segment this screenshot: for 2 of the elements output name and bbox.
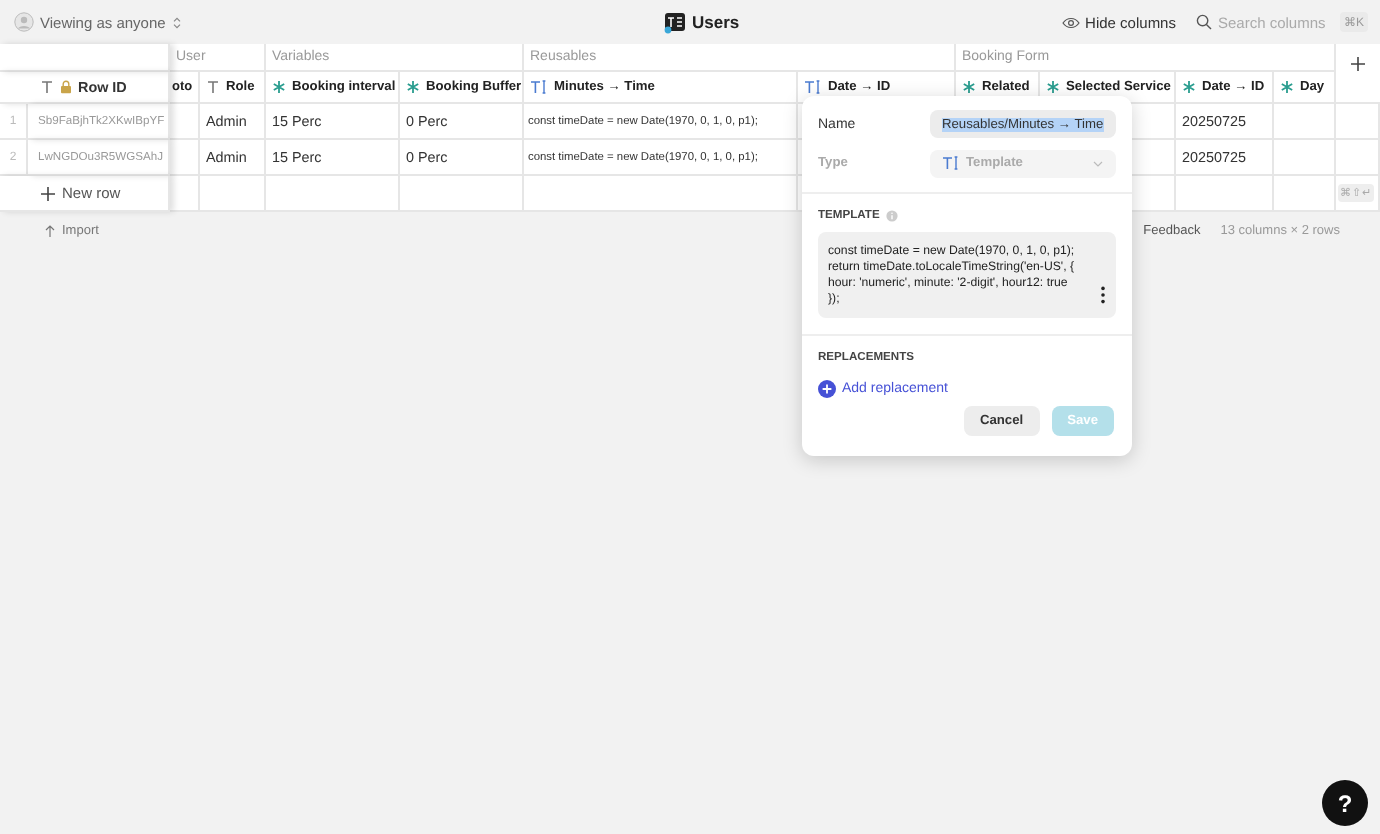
table-title: Users bbox=[692, 12, 740, 32]
help-button[interactable]: ? bbox=[1322, 780, 1368, 826]
